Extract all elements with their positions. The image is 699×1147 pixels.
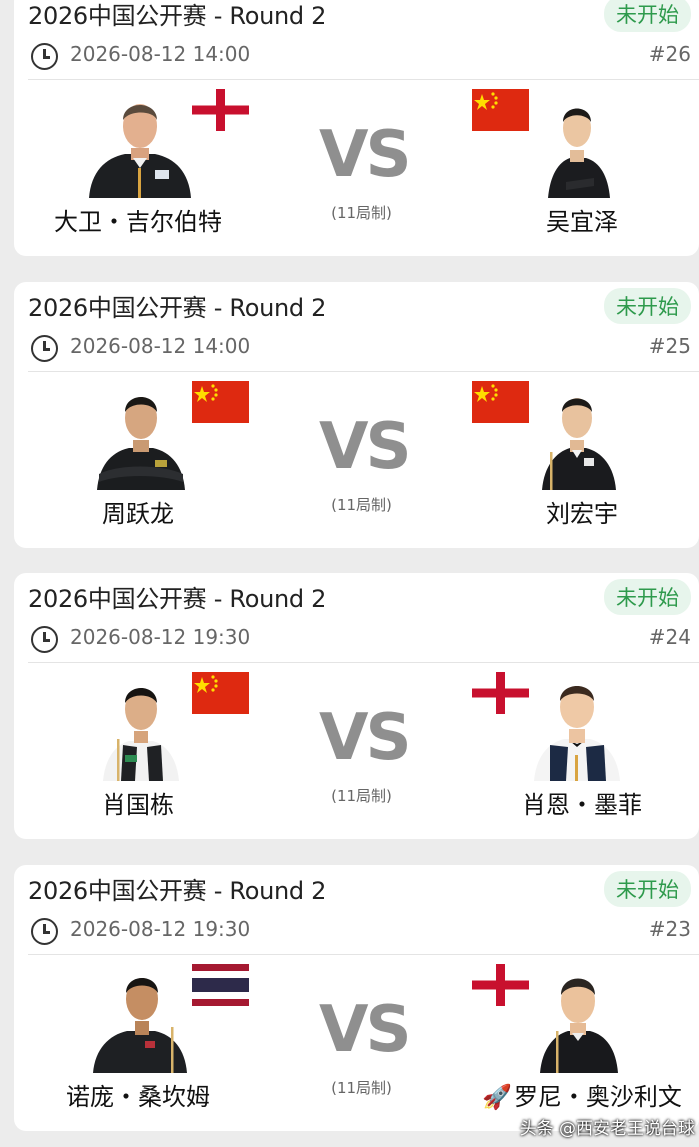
match-format: (11局制) — [331, 1079, 392, 1097]
match-format: (11局制) — [331, 204, 392, 222]
match-number: #25 — [648, 334, 691, 358]
player-name: 大卫・吉尔伯特 — [54, 208, 222, 236]
player-photo — [548, 108, 610, 198]
divider — [28, 662, 699, 663]
player-name: 诺庞・桑坎姆 — [66, 1083, 210, 1111]
vs-label: VS — [319, 993, 412, 1067]
player-photo — [93, 978, 187, 1073]
match-card[interactable]: 2026中国公开赛 - Round 2 未开始 2026-08-12 19:30… — [14, 573, 699, 839]
clock-icon — [31, 335, 58, 362]
divider — [28, 954, 699, 955]
player-photo — [534, 686, 620, 781]
player-photo — [103, 688, 179, 781]
status-badge: 未开始 — [604, 0, 691, 32]
thailand-flag-icon — [192, 964, 249, 1006]
player-name: 肖国栋 — [102, 791, 174, 819]
match-format: (11局制) — [331, 787, 392, 805]
match-time: 2026-08-12 14:00 — [70, 334, 251, 358]
match-format: (11局制) — [331, 496, 392, 514]
china-flag-icon — [192, 381, 249, 423]
player-name: 吴宜泽 — [546, 208, 618, 236]
status-badge: 未开始 — [604, 288, 691, 324]
match-time: 2026-08-12 19:30 — [70, 625, 251, 649]
match-time: 2026-08-12 19:30 — [70, 917, 251, 941]
match-title: 2026中国公开赛 - Round 2 — [28, 877, 327, 905]
rocket-icon: 🚀 — [482, 1083, 512, 1111]
player-name: 🚀罗尼・奥沙利文 — [452, 1077, 699, 1112]
match-title: 2026中国公开赛 - Round 2 — [28, 585, 327, 613]
player-name-text: 罗尼・奥沙利文 — [513, 1083, 682, 1111]
status-badge: 未开始 — [604, 579, 691, 615]
vs-label: VS — [319, 410, 412, 484]
player-name: 周跃龙 — [102, 500, 174, 528]
player-name: 刘宏宇 — [546, 500, 618, 528]
divider — [28, 371, 699, 372]
divider — [28, 79, 699, 80]
watermark: 头条 @西安老王说台球 — [519, 1119, 695, 1139]
match-title: 2026中国公开赛 - Round 2 — [28, 2, 327, 30]
clock-icon — [31, 918, 58, 945]
match-number: #24 — [648, 625, 691, 649]
player-photo — [542, 398, 616, 490]
clock-icon — [31, 43, 58, 70]
player-photo — [540, 978, 618, 1073]
match-time: 2026-08-12 14:00 — [70, 42, 251, 66]
match-title: 2026中国公开赛 - Round 2 — [28, 294, 327, 322]
player-name: 肖恩・墨菲 — [522, 791, 642, 819]
match-card[interactable]: 2026中国公开赛 - Round 2 未开始 2026-08-12 14:00… — [14, 282, 699, 548]
match-card[interactable]: 2026中国公开赛 - Round 2 未开始 2026-08-12 14:00… — [14, 0, 699, 256]
player-photo — [97, 397, 185, 490]
china-flag-icon — [192, 672, 249, 714]
vs-label: VS — [319, 701, 412, 775]
player-photo — [89, 104, 191, 198]
status-badge: 未开始 — [604, 871, 691, 907]
england-flag-icon — [192, 89, 249, 131]
match-number: #23 — [648, 917, 691, 941]
clock-icon — [31, 626, 58, 653]
vs-label: VS — [319, 118, 412, 192]
match-card[interactable]: 2026中国公开赛 - Round 2 未开始 2026-08-12 19:30… — [14, 865, 699, 1131]
match-number: #26 — [648, 42, 691, 66]
